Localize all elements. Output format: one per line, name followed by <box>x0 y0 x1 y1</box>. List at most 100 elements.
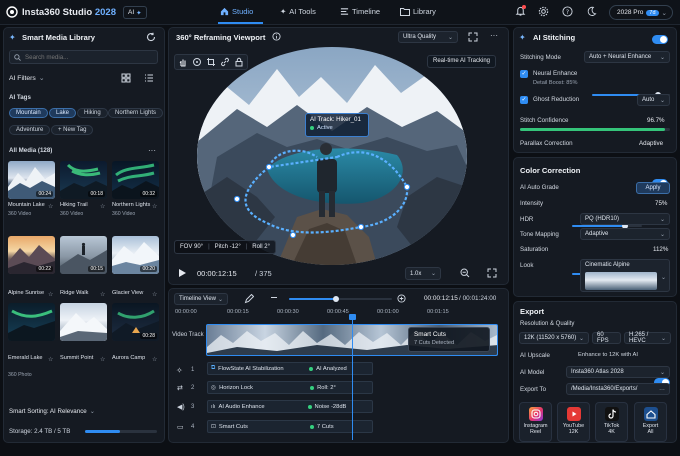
tab-ai-tools[interactable]: ✦ AI Tools <box>280 7 316 16</box>
look-dropdown[interactable]: Cinematic Alpine ⌄ <box>580 259 670 292</box>
track-horizon-lock[interactable]: ◎ Horizon Lock Roll: 2° <box>207 381 373 394</box>
quality-dropdown[interactable]: Ultra Quality ⌄ <box>398 31 458 43</box>
tag-northern-lights[interactable]: Northern Lights <box>108 108 164 118</box>
detail-boost-label: Detail Boost: 85% <box>533 80 578 86</box>
lock-icon[interactable] <box>234 57 244 67</box>
360-viewport-scene[interactable] <box>197 47 467 265</box>
media-thumb-aurora-camp[interactable]: 00:28 <box>112 303 159 341</box>
app-title: Insta360 Studio 2028 <box>22 7 116 18</box>
moon-icon[interactable] <box>586 6 597 17</box>
intensity-slider[interactable] <box>572 223 642 229</box>
list-view-icon[interactable] <box>144 73 154 83</box>
ghost-reduction-checkbox[interactable]: ✓ <box>520 96 528 104</box>
plan-selector[interactable]: 2028 Pro 7d ⌄ <box>609 5 673 20</box>
expand-icon[interactable] <box>468 32 478 42</box>
realtime-tracking-badge[interactable]: Real-time AI Tracking <box>427 55 497 68</box>
star-icon[interactable]: ☆ <box>100 203 105 210</box>
media-thumb-northern-lights[interactable]: 00:32 <box>112 161 159 199</box>
tag-mountain[interactable]: Mountain <box>9 108 48 118</box>
tag-adventure[interactable]: Adventure <box>9 125 51 135</box>
tick-label: 00:00:00 <box>175 309 197 315</box>
playhead[interactable] <box>352 318 354 440</box>
tag-hiking[interactable]: Hiking <box>77 108 108 118</box>
upscale-label: AI Upscale <box>520 352 550 359</box>
tone-mapping-dropdown[interactable]: Adaptive ⌄ <box>580 228 670 240</box>
fps-dropdown[interactable]: 60 FPS <box>592 332 621 344</box>
stabilize-icon: ⧉ <box>211 365 216 371</box>
export-path-field[interactable]: /Media/Insta360/Exports/… <box>566 383 670 395</box>
star-icon[interactable]: ☆ <box>48 291 53 298</box>
play-icon[interactable] <box>178 268 187 278</box>
more-icon[interactable]: ··· <box>148 146 156 155</box>
export-all-button[interactable]: Export All <box>634 402 667 442</box>
media-thumb-emerald-lake[interactable] <box>8 303 55 341</box>
timeline-current: 00:00:12:15 <box>424 295 458 302</box>
more-icon[interactable]: ··· <box>490 31 498 40</box>
tag-lake[interactable]: Lake <box>49 108 77 118</box>
codec-dropdown[interactable]: H.265 / HEVC ⌄ <box>624 332 671 344</box>
smart-sorting-dropdown[interactable]: Smart Sorting: AI Relevance ⌄ <box>9 408 95 415</box>
media-thumb-hiking-trail[interactable]: 00:18 <box>60 161 107 199</box>
tab-library[interactable]: Library <box>400 7 436 16</box>
ai-track-label[interactable]: AI Track: Hiker_01 Active <box>305 113 369 137</box>
speed-dropdown[interactable]: 1.0x ⌄ <box>405 267 441 280</box>
media-thumb-mountain-lake[interactable]: 00:24 <box>8 161 55 199</box>
help-icon[interactable]: ? <box>562 6 573 17</box>
export-youtube-button[interactable]: YouTube 12K <box>557 402 590 442</box>
export-instagram-button[interactable]: Instagram Reel <box>519 402 552 442</box>
link-icon[interactable] <box>220 57 230 67</box>
tiktok-icon <box>604 407 619 421</box>
track-flowstate[interactable]: ⧉ FlowState AI Stabilization AI Analyzed <box>207 362 373 375</box>
media-thumb-alpine-sunrise[interactable]: 00:22 <box>8 236 55 274</box>
hand-icon[interactable] <box>178 57 188 67</box>
tab-studio[interactable]: Studio <box>220 7 253 16</box>
gear-icon[interactable] <box>538 6 549 17</box>
star-icon[interactable]: ☆ <box>100 356 105 363</box>
info-icon[interactable] <box>272 32 281 41</box>
grid-view-icon[interactable] <box>121 73 131 83</box>
refresh-icon[interactable] <box>146 32 156 42</box>
star-icon[interactable]: ☆ <box>152 291 157 298</box>
hdr-dropdown[interactable]: PQ (HDR10) ⌄ <box>580 213 670 225</box>
media-name: Hiking Trail <box>60 202 88 208</box>
crop-icon[interactable] <box>206 57 216 67</box>
zoom-out-icon[interactable] <box>460 268 470 278</box>
status-dot <box>309 366 314 371</box>
star-icon[interactable]: ☆ <box>152 356 157 363</box>
look-label: Look <box>520 262 534 269</box>
zoom-minus-icon[interactable] <box>271 297 277 299</box>
search-input[interactable] <box>25 53 153 61</box>
media-type: 360 Photo <box>8 372 32 378</box>
resolution-dropdown[interactable]: 12K (11520 x 5760) ⌄ <box>519 332 589 344</box>
playhead-handle[interactable] <box>349 314 356 320</box>
media-thumb-ridge-walk[interactable]: 00:15 <box>60 236 107 274</box>
timeline-total: / 00:01:24:00 <box>459 295 497 302</box>
apply-button[interactable]: Apply <box>636 182 670 194</box>
media-thumb-glacier-view[interactable]: 00:20 <box>112 236 159 274</box>
neural-enhance-checkbox[interactable]: ✓ <box>520 70 528 78</box>
stitching-toggle[interactable] <box>652 35 668 44</box>
pen-icon[interactable] <box>244 294 254 304</box>
ai-filters-dropdown[interactable]: AI Filters ⌄ <box>9 74 45 83</box>
tab-timeline[interactable]: Timeline <box>340 7 380 16</box>
export-tiktok-button[interactable]: TikTok 4K <box>595 402 628 442</box>
model-dropdown[interactable]: Insta360 Atlas 2028 ⌄ <box>566 366 670 378</box>
media-thumb-summit-point[interactable] <box>60 303 107 341</box>
star-icon[interactable]: ☆ <box>100 291 105 298</box>
timeline-zoom-slider[interactable] <box>289 296 392 302</box>
search-box[interactable] <box>9 50 158 64</box>
star-icon[interactable]: ☆ <box>48 356 53 363</box>
fullscreen-icon[interactable] <box>487 268 497 278</box>
stitching-mode-dropdown[interactable]: Auto + Neural Enhance ⌄ <box>584 51 670 63</box>
ghost-mode-dropdown[interactable]: Auto ⌄ <box>637 94 670 106</box>
zoom-plus-icon[interactable] <box>397 294 406 303</box>
timeline-view-dropdown[interactable]: Timeline View ⌄ <box>174 293 228 305</box>
track-audio-enhance[interactable]: ılı AI Audio Enhance Noise -28dB <box>207 400 373 413</box>
rotate-icon[interactable] <box>192 57 202 67</box>
track-smart-cuts[interactable]: ⊡ Smart Cuts 7 Cuts <box>207 420 373 433</box>
notification-dot <box>522 5 526 9</box>
new-tag-button[interactable]: + New Tag <box>51 125 94 135</box>
star-icon[interactable]: ☆ <box>152 203 157 210</box>
star-icon[interactable]: ☆ <box>48 203 53 210</box>
ai-badge[interactable]: AI ✦ <box>123 6 147 19</box>
